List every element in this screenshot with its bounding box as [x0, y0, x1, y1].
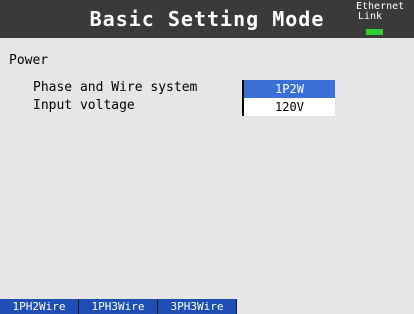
- phase-wire-label: Phase and Wire system: [33, 80, 198, 95]
- link-label: Link: [358, 11, 383, 22]
- softkey-bar: 1PH2Wire 1PH3Wire 3PH3Wire: [0, 299, 237, 314]
- softkey-1ph2wire[interactable]: 1PH2Wire: [0, 299, 78, 314]
- screen-title: Basic Setting Mode: [89, 7, 325, 31]
- phase-wire-value[interactable]: 1P2W: [242, 80, 335, 98]
- input-voltage-label: Input voltage: [33, 98, 135, 113]
- title-bar: Basic Setting Mode Ethernet Link: [0, 0, 414, 38]
- softkey-1ph3wire[interactable]: 1PH3Wire: [79, 299, 157, 314]
- link-led-icon: [366, 29, 383, 35]
- section-title: Power: [9, 53, 49, 68]
- softkey-3ph3wire[interactable]: 3PH3Wire: [158, 299, 236, 314]
- input-voltage-value[interactable]: 120V: [242, 98, 335, 116]
- ethernet-status: Ethernet Link: [356, 2, 414, 22]
